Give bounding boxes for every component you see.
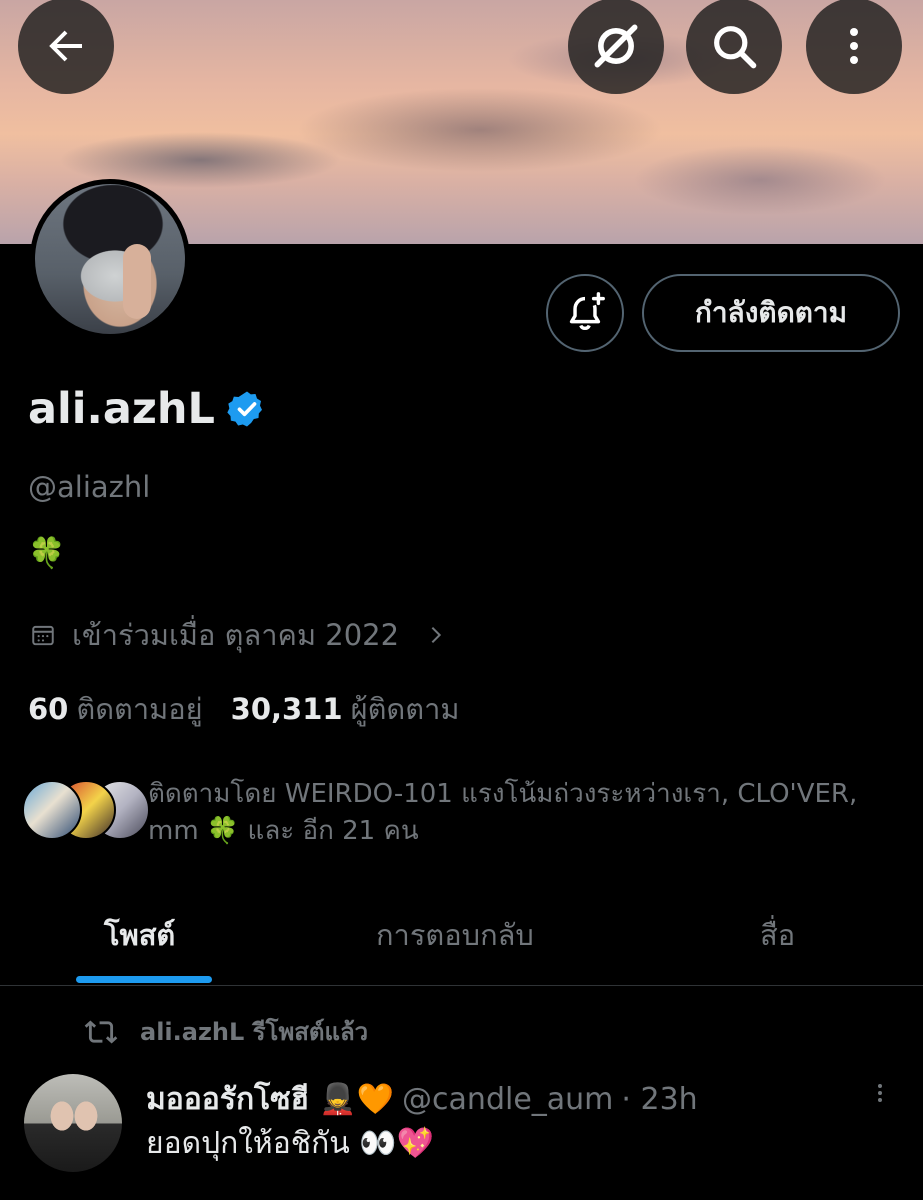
repost-icon <box>84 1020 118 1043</box>
profile-tabs: โพสต์ การตอบกลับ สื่อ <box>0 900 923 986</box>
joined-date: เข้าร่วมเมื่อ ตุลาคม 2022 <box>72 618 400 652</box>
followed-by-row[interactable]: ติดตามโดย WEIRDO-101 แรงโน้มถ่วงระหว่างเ… <box>22 776 902 850</box>
grok-button[interactable] <box>568 0 664 94</box>
avatar <box>22 780 82 840</box>
back-button[interactable] <box>18 0 114 94</box>
post-time: · 23h <box>621 1082 698 1117</box>
followers-count: 30,311 <box>230 692 343 726</box>
display-name: ali.azhL <box>28 384 215 434</box>
post-more-button[interactable] <box>868 1076 892 1114</box>
more-vertical-icon <box>850 28 858 64</box>
more-options-button[interactable] <box>806 0 902 94</box>
display-name-row: ali.azhL <box>28 384 267 434</box>
bell-plus-icon <box>569 292 605 331</box>
search-icon <box>714 26 757 69</box>
followed-by-text: ติดตามโดย WEIRDO-101 แรงโน้มถ่วงระหว่างเ… <box>148 779 858 846</box>
verified-badge-icon[interactable] <box>227 389 267 429</box>
post-header: มอออรักโซฮี 💂🧡 @candle_aum · 23h <box>146 1076 698 1123</box>
tab-posts[interactable]: โพสต์ <box>104 912 175 958</box>
following-stat[interactable]: 60 ติดตามอยู่ <box>28 686 203 732</box>
joined-date-row[interactable]: เข้าร่วมเมื่อ ตุลาคม 2022 <box>30 612 447 658</box>
post-text: ยอดปุกให้อชิกัน 👀💖 <box>146 1126 435 1161</box>
user-handle: @aliazhl <box>28 470 151 504</box>
following-button[interactable]: กำลังติดตาม <box>642 274 900 352</box>
following-label: ติดตามอยู่ <box>76 692 203 726</box>
post-author-handle[interactable]: @candle_aum <box>402 1082 613 1117</box>
bio-text: 🍀 <box>28 536 66 571</box>
followers-label: ผู้ติดตาม <box>350 692 460 726</box>
arrow-left-icon <box>49 30 82 62</box>
tab-media[interactable]: สื่อ <box>760 912 795 958</box>
following-count: 60 <box>28 692 69 726</box>
follow-stats: 60 ติดตามอยู่ 30,311 ผู้ติดตาม <box>28 686 460 732</box>
repost-indicator: ali.azhL รีโพสต์แล้ว <box>84 1012 368 1051</box>
profile-avatar[interactable] <box>30 179 190 339</box>
post-author-name[interactable]: มอออรักโซฮี 💂🧡 <box>146 1076 394 1123</box>
followed-by-avatars <box>22 780 150 842</box>
calendar-icon <box>32 625 54 646</box>
search-button[interactable] <box>686 0 782 94</box>
followers-stat[interactable]: 30,311 ผู้ติดตาม <box>231 686 460 732</box>
notify-button[interactable] <box>546 274 624 352</box>
post-author-avatar[interactable] <box>24 1074 122 1172</box>
more-vertical-icon <box>878 1084 882 1102</box>
active-tab-indicator <box>76 976 212 983</box>
repost-label: ali.azhL รีโพสต์แล้ว <box>140 1018 369 1046</box>
tab-replies[interactable]: การตอบกลับ <box>376 912 534 958</box>
chevron-right-icon <box>431 626 442 644</box>
grok-icon <box>594 24 638 68</box>
